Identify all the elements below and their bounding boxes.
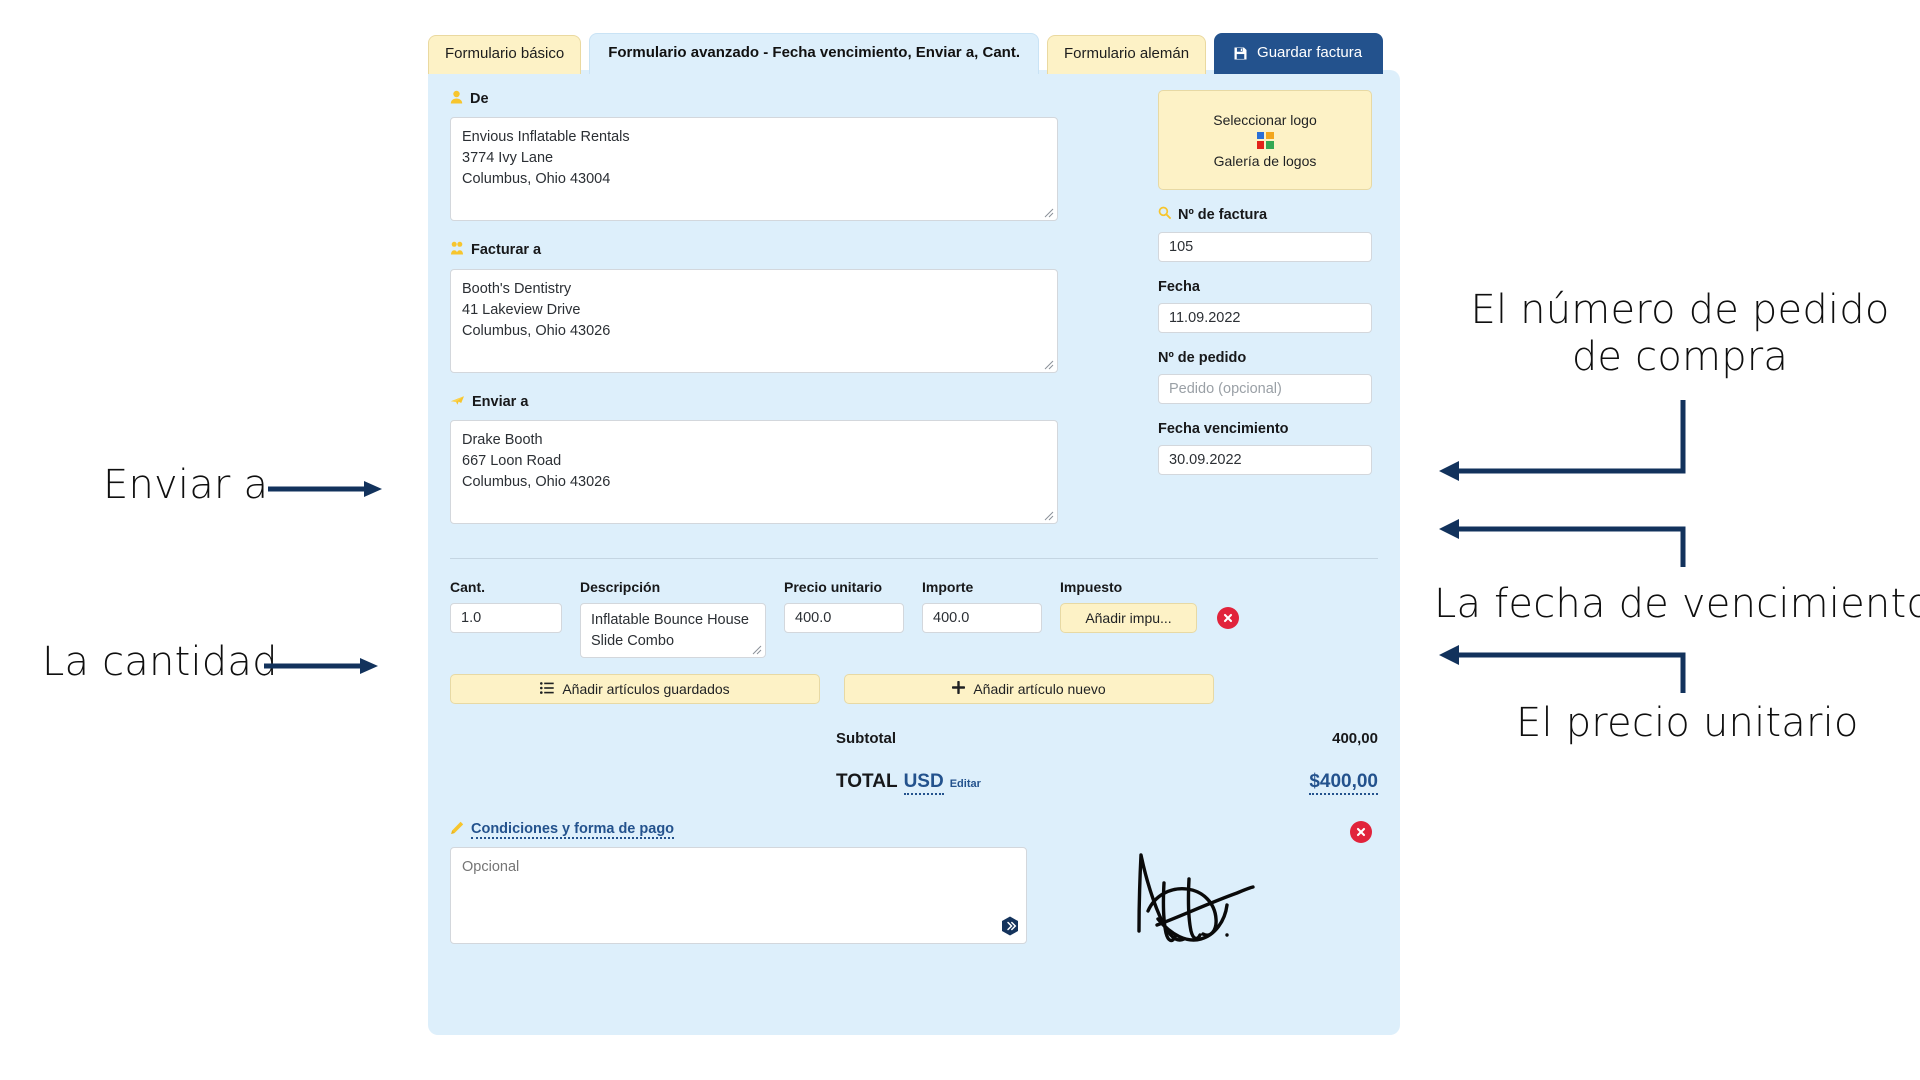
bill-to-field-wrap xyxy=(450,268,1058,373)
invoice-form-card: De Envious Inflatable Rentals 3774 Ivy L… xyxy=(428,70,1400,1035)
add-new-item-button[interactable]: Añadir artículo nuevo xyxy=(844,673,1214,704)
annotation-quantity: La cantidad xyxy=(42,639,278,685)
color-grid-icon xyxy=(1256,131,1274,149)
line-item-amount-col: Importe xyxy=(922,579,1042,634)
delete-line-item-button[interactable] xyxy=(1217,607,1239,630)
qty-header: Cant. xyxy=(450,579,485,596)
delete-circle-icon xyxy=(1223,614,1233,623)
logo-gallery-label: Galería de logos xyxy=(1213,152,1317,169)
currency-selector[interactable]: USD xyxy=(903,771,944,795)
annotation-due-date-arrow xyxy=(1439,519,1686,567)
annotation-due-date: La fecha de vencimiento xyxy=(1434,581,1920,627)
line-items: Cant. Descripción Precio unitario xyxy=(450,579,1378,658)
delete-signature-button[interactable] xyxy=(1350,820,1372,843)
annotation-unit-price: El precio unitario xyxy=(1516,700,1859,746)
terms-label[interactable]: Condiciones y forma de pago xyxy=(450,821,1027,839)
logo-picker[interactable]: Seleccionar logo Galería de logos xyxy=(1158,90,1372,190)
ship-to-field-wrap xyxy=(450,420,1058,525)
section-divider xyxy=(450,558,1378,560)
total-label: TOTAL xyxy=(836,770,898,792)
description-header: Descripción xyxy=(580,579,661,596)
magnifier-icon xyxy=(1158,206,1171,224)
ship-to-textarea[interactable] xyxy=(450,420,1058,525)
unit-price-header: Precio unitario xyxy=(784,579,883,596)
terms-left: Condiciones y forma de pago xyxy=(450,821,1028,944)
annotation-ship-to: Enviar a xyxy=(103,462,269,508)
person-icon xyxy=(450,90,463,109)
po-number-label: Nº de pedido xyxy=(1158,350,1247,367)
annotation-po-number: El número de pedido de compra xyxy=(1470,287,1890,381)
tab-formulario-aleman[interactable]: Formulario alemán xyxy=(1047,35,1207,74)
save-invoice-button[interactable]: Guardar factura xyxy=(1214,33,1384,74)
line-item-qty-col: Cant. xyxy=(450,579,562,634)
addresses-column: De Envious Inflatable Rentals 3774 Ivy L… xyxy=(450,90,1058,544)
annotation-ship-to-arrow xyxy=(268,481,382,497)
screenshot-root: Formulario básico Formulario avanzado - … xyxy=(0,0,1920,1080)
ship-to-label: Enviar a xyxy=(450,393,1058,412)
plane-icon xyxy=(450,393,465,412)
po-number-input[interactable] xyxy=(1158,374,1372,405)
from-textarea[interactable] xyxy=(450,117,1058,222)
date-input[interactable] xyxy=(1158,303,1372,334)
terms-label-text: Condiciones y forma de pago xyxy=(471,820,675,839)
delete-circle-icon xyxy=(1356,827,1366,837)
amount-input[interactable] xyxy=(922,603,1042,634)
subtotal-row: Subtotal 400,00 xyxy=(836,730,1378,747)
line-item-tax-col: Impuesto Añadir impu... xyxy=(1060,579,1240,634)
save-invoice-label: Guardar factura xyxy=(1257,44,1363,61)
qty-input[interactable] xyxy=(450,603,562,634)
unit-price-input[interactable] xyxy=(784,603,904,634)
from-label: De xyxy=(450,90,1058,109)
terms-block: Condiciones y forma de pago xyxy=(450,820,1378,944)
handwritten-signature[interactable] xyxy=(1127,839,1277,952)
bill-to-label: Facturar a xyxy=(450,241,1058,260)
due-date-input[interactable] xyxy=(1158,445,1372,476)
subtotal-label: Subtotal xyxy=(836,729,896,747)
total-value[interactable]: $400,00 xyxy=(1309,771,1378,795)
plus-icon xyxy=(952,680,966,697)
total-label-group: TOTAL USD Editar xyxy=(836,771,981,795)
add-saved-items-label: Añadir artículos guardados xyxy=(562,680,730,697)
add-tax-button[interactable]: Añadir impu... xyxy=(1060,603,1197,634)
from-field-wrap xyxy=(450,117,1058,222)
list-icon xyxy=(540,681,555,697)
description-textarea[interactable] xyxy=(580,603,766,658)
edit-currency-link[interactable]: Editar xyxy=(950,778,981,790)
line-item-price-col: Precio unitario xyxy=(784,579,904,634)
pencil-icon xyxy=(450,821,464,839)
signature-area xyxy=(1127,820,1378,944)
invoice-meta-column: Seleccionar logo Galería de logos Nº de … xyxy=(1158,90,1372,544)
invoice-number-input[interactable] xyxy=(1158,232,1372,263)
due-date-label: Fecha vencimiento xyxy=(1158,421,1289,438)
tab-formulario-basico[interactable]: Formulario básico xyxy=(428,35,582,74)
tab-bar: Formulario básico Formulario avanzado - … xyxy=(428,33,1384,74)
line-item-desc-col: Descripción xyxy=(580,579,766,658)
invoice-number-label: Nº de factura xyxy=(1158,206,1372,224)
annotation-po-number-arrow xyxy=(1439,400,1686,481)
select-logo-label: Seleccionar logo xyxy=(1213,111,1317,128)
people-icon xyxy=(450,241,464,260)
save-disk-icon xyxy=(1233,46,1248,61)
subtotal-value: 400,00 xyxy=(1332,729,1378,747)
annotation-unit-price-arrow xyxy=(1439,645,1686,693)
annotation-quantity-arrow xyxy=(264,658,378,674)
add-item-buttons: Añadir artículos guardados Añadir artícu… xyxy=(450,673,1378,704)
add-new-item-label: Añadir artículo nuevo xyxy=(973,680,1106,697)
tax-header: Impuesto xyxy=(1060,579,1123,596)
terms-textarea[interactable] xyxy=(450,846,1028,944)
add-saved-items-button[interactable]: Añadir artículos guardados xyxy=(450,673,820,704)
hex-expand-icon[interactable] xyxy=(1001,916,1019,936)
date-label: Fecha xyxy=(1158,279,1200,296)
bill-to-textarea[interactable] xyxy=(450,268,1058,373)
tab-formulario-avanzado[interactable]: Formulario avanzado - Fecha vencimiento,… xyxy=(589,33,1039,74)
totals-block: Subtotal 400,00 TOTAL USD Editar $400,00 xyxy=(450,730,1378,795)
amount-header: Importe xyxy=(922,579,974,596)
total-row: TOTAL USD Editar $400,00 xyxy=(836,771,1378,795)
